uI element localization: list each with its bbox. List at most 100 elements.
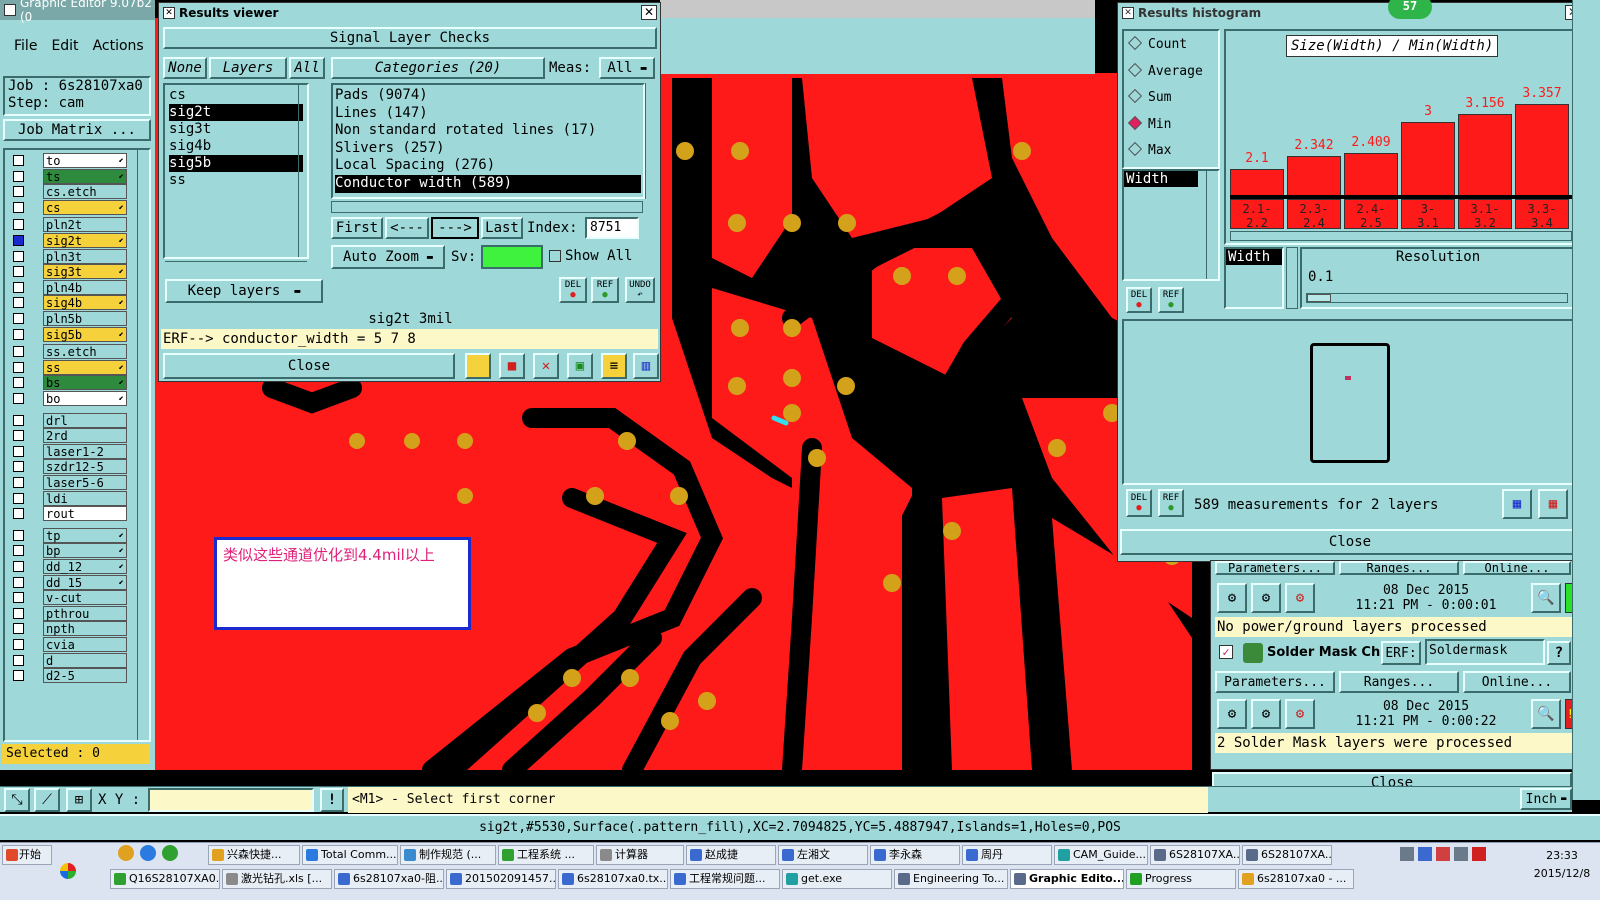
resolution-field[interactable]: Width xyxy=(1226,249,1282,265)
layer-name[interactable]: 2rd xyxy=(43,428,127,444)
ie-icon[interactable] xyxy=(140,845,156,861)
menu-actions[interactable]: Actions xyxy=(93,38,144,54)
layer-checkbox[interactable] xyxy=(13,297,24,309)
layer-name[interactable]: npth xyxy=(43,621,127,637)
stop-icon[interactable]: ⚙ xyxy=(1285,699,1315,729)
taskbar-item[interactable]: 左湘文 xyxy=(778,845,868,865)
layer-checkbox[interactable] xyxy=(13,219,24,231)
layer-checkbox[interactable] xyxy=(13,235,24,246)
erf-value[interactable]: Soldermask xyxy=(1425,639,1545,665)
del-button[interactable]: DEL ● xyxy=(559,277,587,303)
layer-checkbox[interactable] xyxy=(13,545,24,557)
windows-flag-icon[interactable] xyxy=(60,863,76,879)
layer-row[interactable]: ss.etch xyxy=(11,344,127,360)
layer-checkbox[interactable] xyxy=(13,430,24,442)
list-icon[interactable]: ≡ xyxy=(601,353,627,379)
layer-name[interactable]: bp ⬋ xyxy=(43,543,127,559)
tab-layers[interactable]: Layers xyxy=(209,57,287,79)
layer-row[interactable]: sig4b ⬋ xyxy=(11,295,127,311)
layer-row[interactable]: 2rd xyxy=(11,428,127,444)
next-button[interactable]: ---> xyxy=(431,217,479,239)
layer-checkbox[interactable] xyxy=(13,639,24,650)
resolution-slider[interactable] xyxy=(1306,293,1568,303)
undo-button[interactable]: UNDO ↶ xyxy=(625,277,655,303)
layer-name[interactable]: d xyxy=(43,652,127,668)
histogram-bar[interactable] xyxy=(1287,156,1341,195)
layer-checkbox[interactable] xyxy=(13,561,24,572)
tray-icon[interactable] xyxy=(1400,847,1414,861)
histogram-bar[interactable] xyxy=(1458,114,1512,195)
taskbar-item[interactable]: 赵成捷 xyxy=(686,845,776,865)
layer-row[interactable]: pln4b xyxy=(11,279,127,295)
last-button[interactable]: Last xyxy=(481,217,523,239)
histogram-bar[interactable] xyxy=(1401,122,1455,195)
zoom-area-icon[interactable]: ▦ xyxy=(1538,489,1568,519)
auto-zoom-select[interactable]: Auto Zoom ▬ xyxy=(331,245,445,269)
meas-select[interactable]: All ▬ xyxy=(599,57,655,79)
layer-checkbox[interactable] xyxy=(13,155,24,166)
histogram-icon[interactable]: ▥ xyxy=(633,353,659,379)
layer-row[interactable]: drl xyxy=(11,412,127,428)
field-item[interactable]: Width xyxy=(1124,171,1198,187)
parameters-button[interactable]: Parameters... xyxy=(1215,671,1335,693)
layer-checkbox[interactable] xyxy=(13,170,24,182)
layer-checkbox[interactable] xyxy=(13,377,24,389)
layer-row[interactable]: laser5-6 xyxy=(11,475,127,490)
results-layer-item[interactable]: sig2t xyxy=(169,104,303,121)
tray-icon[interactable] xyxy=(1418,847,1432,861)
tab-all[interactable]: All xyxy=(289,57,325,79)
layer-row[interactable]: v-cut xyxy=(11,590,127,606)
taskbar-item[interactable]: 6S28107XA... xyxy=(1242,845,1332,865)
taskbar-item[interactable]: Engineering To... xyxy=(894,869,1008,889)
category-item[interactable]: Local Spacing (276) xyxy=(335,157,641,175)
layer-checkbox[interactable] xyxy=(13,313,24,324)
layer-checkbox[interactable] xyxy=(13,654,24,666)
results-layer-item[interactable]: sig3t xyxy=(169,121,303,138)
menu-edit[interactable]: Edit xyxy=(51,38,78,54)
layer-checkbox[interactable] xyxy=(13,508,24,520)
zoom-icon[interactable]: 🔍 xyxy=(1531,583,1561,613)
show-all-checkbox[interactable] xyxy=(549,250,561,262)
hist-ref-button[interactable]: REF ● xyxy=(1158,287,1184,313)
taskbar-item[interactable]: CAM_Guide... xyxy=(1054,845,1148,865)
taskbar-item[interactable]: 激光钻孔.xls [... xyxy=(222,869,332,889)
grid-tool-icon[interactable]: ⊞ xyxy=(66,788,92,812)
layer-row[interactable]: pln3t xyxy=(11,248,127,264)
layer-name[interactable]: pln5b xyxy=(43,311,127,326)
aggregate-option-min[interactable]: Min xyxy=(1127,115,1171,132)
results-layer-item[interactable]: sig4b xyxy=(169,138,303,155)
layer-row[interactable]: cs ⬋ xyxy=(11,199,127,215)
layer-name[interactable]: cs.etch xyxy=(43,184,127,200)
results-layer-item[interactable]: ss xyxy=(169,172,303,189)
aggregate-option-average[interactable]: Average xyxy=(1127,62,1203,79)
layer-checkbox[interactable] xyxy=(13,361,24,373)
layer-name[interactable]: bs ⬋ xyxy=(43,375,127,391)
results-layer-item[interactable]: cs xyxy=(169,87,303,104)
layer-checkbox[interactable] xyxy=(13,445,24,457)
tray-icon[interactable] xyxy=(1472,847,1486,861)
layer-name[interactable]: ss.etch xyxy=(43,344,127,360)
layer-checkbox[interactable] xyxy=(13,346,24,358)
layer-row[interactable]: sig3t ⬋ xyxy=(11,264,127,280)
layer-checkbox[interactable] xyxy=(13,670,24,682)
layer-row[interactable]: pthrou xyxy=(11,605,127,621)
layer-name[interactable]: laser1-2 xyxy=(43,443,127,459)
layer-row[interactable]: cs.etch xyxy=(11,184,127,200)
categories-tab[interactable]: Categories (20) xyxy=(331,57,545,79)
layer-name[interactable]: v-cut xyxy=(43,590,127,606)
layer-checkbox[interactable] xyxy=(13,281,24,293)
layer-row[interactable]: ss ⬋ xyxy=(11,359,127,375)
field-scrollbar[interactable] xyxy=(1206,171,1218,279)
stop-icon[interactable]: ⚙ xyxy=(1285,583,1315,613)
prev-button[interactable]: <--- xyxy=(385,217,429,239)
layer-row[interactable]: d xyxy=(11,652,127,668)
taskbar-item[interactable]: get.exe xyxy=(782,869,892,889)
taskbar-item[interactable]: 工程常规问题... xyxy=(670,869,780,889)
run-icon[interactable]: ⚙ xyxy=(1217,583,1247,613)
chrome-icon[interactable] xyxy=(118,845,134,861)
preview-ref-button[interactable]: REF ● xyxy=(1158,489,1184,517)
help-icon[interactable]: ? xyxy=(1547,641,1571,665)
layer-name[interactable]: sig2t ⬋ xyxy=(43,233,127,248)
layer-name[interactable]: to ⬋ xyxy=(43,153,127,168)
units-select[interactable]: Inch ▬ xyxy=(1520,788,1572,810)
